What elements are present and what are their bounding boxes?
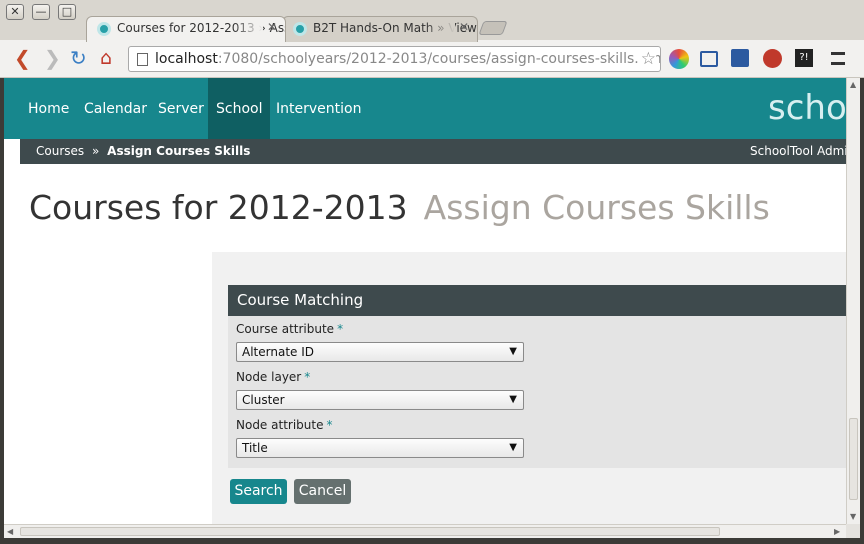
nav-item-server[interactable]: Server xyxy=(150,78,212,139)
dropdown-arrow-icon: ▼ xyxy=(509,442,517,453)
nav-item-home[interactable]: Home xyxy=(20,78,77,139)
schooltool-favicon-icon xyxy=(293,22,307,36)
nav-item-intervention[interactable]: Intervention xyxy=(268,78,369,139)
breadcrumb-item-courses[interactable]: Courses xyxy=(36,144,84,158)
top-navigation: Home Calendar Server School Intervention… xyxy=(4,78,846,139)
url-host: localhost xyxy=(155,51,218,67)
adblock-extension-icon[interactable] xyxy=(763,49,782,68)
course-matching-form: Course Matching Course attribute * Altern… xyxy=(228,285,846,468)
dropdown-arrow-icon: ▼ xyxy=(509,394,517,405)
window-titlebar: ✕ — □ Courses for 2012-2013 » Assign Cou… xyxy=(0,0,864,42)
new-tab-button[interactable] xyxy=(478,21,508,35)
brand-logo[interactable]: schooltool xyxy=(768,88,846,128)
content-panel: Course Matching Course attribute * Altern… xyxy=(212,252,846,524)
vertical-scrollbar[interactable]: ▲ ▼ xyxy=(846,78,860,524)
page-title-main: Courses for 2012-2013 xyxy=(29,188,408,227)
maximize-icon: □ xyxy=(61,5,73,18)
user-menu[interactable]: SchoolTool Administrator xyxy=(750,139,846,164)
scroll-up-icon[interactable]: ▲ xyxy=(850,80,856,89)
help-extension-icon[interactable]: ?! xyxy=(795,49,813,67)
breadcrumb: Courses » Assign Courses Skills SchoolTo… xyxy=(20,139,846,164)
scroll-left-icon[interactable]: ◀ xyxy=(7,527,13,536)
schooltool-favicon-icon xyxy=(97,22,111,36)
page-title: Courses for 2012-2013 Assign Courses Skil… xyxy=(29,188,770,227)
required-marker: * xyxy=(337,322,344,336)
reload-icon[interactable]: ↻ xyxy=(70,48,87,68)
tab-close-icon[interactable]: ✕ xyxy=(267,20,277,34)
vertical-scroll-thumb[interactable] xyxy=(849,418,858,500)
cancel-button[interactable]: Cancel xyxy=(294,479,351,504)
nav-item-school[interactable]: School xyxy=(208,78,271,139)
address-bar[interactable]: localhost:7080/schoolyears/2012-2013/cou… xyxy=(128,46,661,72)
minimize-icon: — xyxy=(35,5,47,18)
required-marker: * xyxy=(326,418,333,432)
breadcrumb-trail: Courses » Assign Courses Skills xyxy=(36,139,250,164)
window-minimize-button[interactable]: — xyxy=(32,4,50,20)
node-attribute-label: Node attribute * xyxy=(236,418,333,432)
node-layer-select[interactable]: Cluster ▼ xyxy=(236,390,524,410)
menu-icon[interactable] xyxy=(831,52,845,65)
search-button[interactable]: Search xyxy=(230,479,287,504)
node-attribute-select[interactable]: Title ▼ xyxy=(236,438,524,458)
node-layer-label: Node layer * xyxy=(236,370,311,384)
form-header: Course Matching xyxy=(228,285,846,316)
puzzle-extension-icon[interactable] xyxy=(731,49,749,67)
scroll-down-icon[interactable]: ▼ xyxy=(850,512,856,521)
page-icon xyxy=(137,53,148,66)
course-attribute-select[interactable]: Alternate ID ▼ xyxy=(236,342,524,362)
window-maximize-button[interactable]: □ xyxy=(58,4,76,20)
tab-courses[interactable]: Courses for 2012-2013 » Assign Courses S… xyxy=(86,16,286,42)
nav-item-calendar[interactable]: Calendar xyxy=(76,78,155,139)
forward-icon[interactable]: ❯ xyxy=(44,48,61,68)
window-close-button[interactable]: ✕ xyxy=(6,4,24,20)
color-picker-extension-icon[interactable] xyxy=(669,49,689,69)
course-attribute-label: Course attribute * xyxy=(236,322,344,336)
breadcrumb-item-current: Assign Courses Skills xyxy=(107,144,251,158)
url-path: :7080/schoolyears/2012-2013/courses/assi… xyxy=(217,51,661,67)
required-marker: * xyxy=(304,370,311,384)
page-viewport: Home Calendar Server School Intervention… xyxy=(4,78,846,524)
bookmark-star-icon[interactable]: ☆ xyxy=(637,47,656,71)
back-icon[interactable]: ❮ xyxy=(14,48,31,68)
tab-b2t-hands-on-math[interactable]: B2T Hands-On Math » View ✕ xyxy=(282,16,478,42)
browser-toolbar: ❮ ❯ ↻ ⌂ localhost:7080/schoolyears/2012-… xyxy=(0,40,864,78)
horizontal-scroll-thumb[interactable] xyxy=(20,527,720,536)
dropdown-arrow-icon: ▼ xyxy=(509,346,517,357)
scroll-right-icon[interactable]: ▶ xyxy=(834,527,840,536)
scrollbar-corner xyxy=(846,524,860,538)
screenshot-extension-icon[interactable] xyxy=(700,51,718,67)
horizontal-scrollbar[interactable]: ◀ ▶ xyxy=(4,524,846,538)
page-subtitle: Assign Courses Skills xyxy=(423,188,770,227)
tab-close-icon[interactable]: ✕ xyxy=(459,20,469,34)
breadcrumb-separator: » xyxy=(91,144,100,158)
home-icon[interactable]: ⌂ xyxy=(100,48,112,68)
close-icon: ✕ xyxy=(10,5,20,18)
